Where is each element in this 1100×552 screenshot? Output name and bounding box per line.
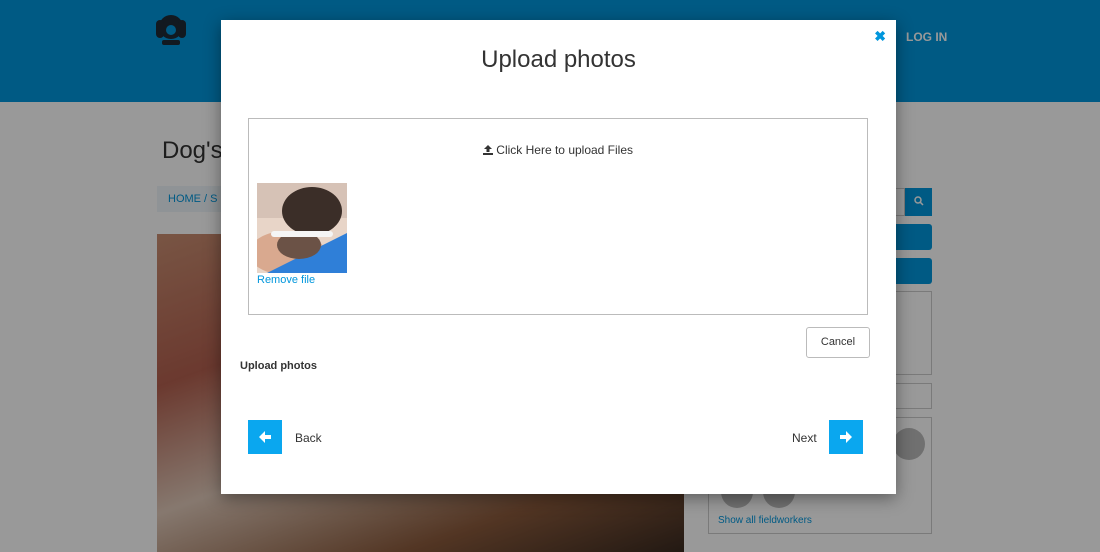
next-button[interactable]	[829, 420, 863, 454]
upload-dropzone[interactable]: Click Here to upload Files Remove file	[248, 118, 868, 315]
back-button[interactable]	[248, 420, 282, 454]
back-label[interactable]: Back	[295, 431, 322, 445]
arrow-right-icon	[840, 431, 852, 443]
uploaded-photo-thumbnail	[257, 183, 347, 273]
next-label[interactable]: Next	[792, 431, 817, 445]
upload-photos-modal: ✖ Upload photos Click Here to upload Fil…	[221, 20, 896, 494]
section-label: Upload photos	[240, 360, 317, 372]
upload-icon	[482, 145, 493, 155]
arrow-left-icon	[259, 431, 271, 443]
cancel-button[interactable]: Cancel	[806, 327, 870, 358]
remove-file-link[interactable]: Remove file	[257, 274, 315, 286]
modal-title: Upload photos	[481, 46, 636, 73]
upload-files-link[interactable]: Click Here to upload Files	[249, 143, 867, 157]
upload-files-label: Click Here to upload Files	[496, 143, 634, 157]
close-icon[interactable]: ✖	[874, 28, 886, 45]
